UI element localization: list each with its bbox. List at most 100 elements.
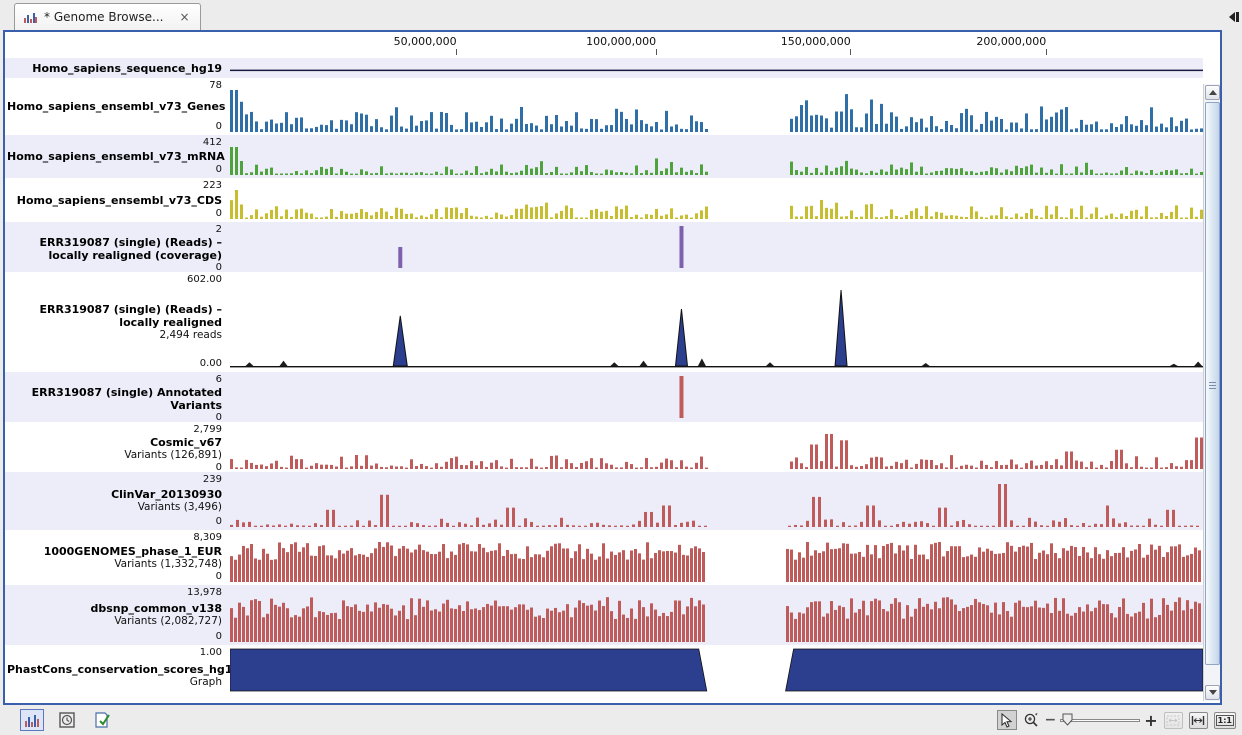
position-ruler[interactable]: 50,000,000 100,000,000 150,000,000 200,000,… [5,32,1220,58]
vertical-scrollbar[interactable] [1203,84,1220,701]
track-name: ClinVar_20130930Variants (3,496) [7,488,222,514]
scroll-up-button[interactable] [1205,85,1220,100]
track-sub-label: Variants (2,082,727) [7,615,222,628]
track-row-cosmic: 2,799Cosmic_v67Variants (126,891)0 [5,422,1203,472]
zoom-in-icon[interactable]: + [1144,711,1157,730]
ruler-tick-mark [656,49,657,55]
track-label-dbsnp: 13,978dbsnp_common_v138Variants (2,082,7… [5,585,230,645]
fit-width-button[interactable] [1189,712,1208,729]
track-max-value: 2 [7,224,222,236]
track-name: Homo_sapiens_ensembl_v73_mRNA [7,150,222,163]
zoom-out-icon[interactable]: − [1045,712,1057,728]
track-row-annotated-variants: 6ERR319087 (single) AnnotatedVariants0 [5,372,1203,422]
track-view-button[interactable] [20,709,44,731]
zoom-in-tool-button[interactable] [1021,710,1041,730]
track-data-genes[interactable] [230,78,1203,135]
track-name-line: locally realigned (coverage) [7,249,222,262]
track-data-clinvar[interactable] [230,472,1203,530]
track-name: ERR319087 (single) (Reads) –locally real… [7,303,222,342]
scroll-up-icon [1209,90,1217,95]
view-switcher [20,709,114,731]
track-name-line: ClinVar_20130930 [7,488,222,501]
actual-size-label: 1:1 [1216,715,1234,726]
scroll-down-button[interactable] [1205,685,1220,700]
track-name-line: ERR319087 (single) (Reads) – [7,236,222,249]
track-label-coverage: 2ERR319087 (single) (Reads) –locally rea… [5,222,230,272]
track-data-cosmic[interactable] [230,422,1203,472]
track-name-line: 1000GENOMES_phase_1_EUR [7,545,222,558]
track-label-1000genomes: 8,3091000GENOMES_phase_1_EURVariants (1,… [5,530,230,585]
track-data-1000genomes[interactable] [230,530,1203,585]
track-name-line: Cosmic_v67 [7,436,222,449]
track-data-cds[interactable] [230,178,1203,222]
zoom-slider-thumb[interactable] [1062,713,1073,726]
pointer-tool-button[interactable] [997,710,1017,730]
track-data-coverage[interactable] [230,222,1203,272]
track-min-value: 0.00 [7,358,222,370]
track-row-sequence: Homo_sapiens_sequence_hg19 [5,58,1203,78]
track-name: dbsnp_common_v138Variants (2,082,727) [7,602,222,628]
track-label-mrna: 412Homo_sapiens_ensembl_v73_mRNA0 [5,135,230,178]
track-label-reads: 602.00 ERR319087 (single) (Reads) –locall… [5,272,230,372]
ruler-tick-mark [850,49,851,55]
track-row-1000genomes: 8,3091000GENOMES_phase_1_EURVariants (1,… [5,530,1203,585]
fit-width-icon [1191,715,1205,726]
scrollbar-thumb[interactable] [1205,102,1220,665]
ruler-tick-label: 200,000,000 [976,35,1046,48]
tab-close-icon[interactable]: × [179,10,189,24]
track-name: ERR319087 (single) AnnotatedVariants [7,386,222,412]
history-clock-icon [59,712,75,728]
track-row-dbsnp: 13,978dbsnp_common_v138Variants (2,082,7… [5,585,1203,645]
magnifier-plus-icon [1023,712,1039,728]
track-name-line: locally realigned [7,316,222,329]
track-max-value: 223 [7,180,222,192]
element-info-view-button[interactable] [90,709,114,731]
track-min-value: 0 [7,571,222,583]
track-name: Homo_sapiens_ensembl_v73_Genes [7,100,222,113]
track-view-icon [24,713,40,728]
track-row-phastcons: 1.00PhastCons_conservation_scores_hg19Gr… [5,645,1203,695]
ruler-tick-label: 100,000,000 [586,35,656,48]
track-min-value: 0 [7,208,222,220]
ruler-tick-label: 150,000,000 [781,35,851,48]
track-sub-label: Graph [7,676,222,689]
track-row-coverage: 2ERR319087 (single) (Reads) –locally rea… [5,222,1203,272]
history-view-button[interactable] [55,709,79,731]
track-sub-label: Variants (1,332,748) [7,558,222,571]
track-name-line: Variants [7,399,222,412]
track-name-line: ERR319087 (single) Annotated [7,386,222,399]
ruler-tick: 100,000,000 [621,35,691,55]
side-panel-collapse-icon[interactable] [1229,12,1239,22]
status-bar: − + 1:1 [0,705,1242,735]
track-label-cds: 223 Homo_sapiens_ensembl_v73_CDS0 [5,178,230,222]
track-data-annotated-variants[interactable] [230,372,1203,422]
track-name: Homo_sapiens_sequence_hg19 [7,62,222,75]
track-label-genes: 78Homo_sapiens_ensembl_v73_Genes0 [5,78,230,135]
track-data-sequence[interactable] [230,58,1203,78]
track-row-genes: 78Homo_sapiens_ensembl_v73_Genes0 [5,78,1203,135]
track-label-cosmic: 2,799Cosmic_v67Variants (126,891)0 [5,422,230,472]
tab-title: * Genome Browse... [44,10,163,24]
ruler-tick-label: 50,000,000 [394,35,457,48]
zoom-slider[interactable] [1060,713,1140,727]
track-max-value: 412 [7,137,222,149]
track-sub-label: 2,494 reads [7,329,222,342]
tab-genome-browser[interactable]: * Genome Browse... × [14,3,201,30]
track-name: Cosmic_v67Variants (126,891) [7,436,222,462]
track-data-phastcons[interactable] [230,645,1203,695]
zoom-selection-icon [1166,715,1180,726]
actual-size-button[interactable]: 1:1 [1214,712,1236,729]
track-max-value: 239 [7,474,222,486]
track-label-phastcons: 1.00PhastCons_conservation_scores_hg19Gr… [5,645,230,695]
genome-browser-panel: 50,000,000 100,000,000 150,000,000 200,000,… [3,30,1222,705]
track-data-reads[interactable] [230,272,1203,372]
track-min-value: 0 [7,164,222,176]
track-data-dbsnp[interactable] [230,585,1203,645]
track-name-line: PhastCons_conservation_scores_hg19 [7,663,222,676]
track-min-value: 0 [7,631,222,643]
track-name: Homo_sapiens_ensembl_v73_CDS [7,194,222,207]
track-name-line: Homo_sapiens_ensembl_v73_mRNA [7,150,222,163]
track-min-value: 0 [7,121,222,133]
track-max-value: 602.00 [7,274,222,286]
track-data-mrna[interactable] [230,135,1203,178]
